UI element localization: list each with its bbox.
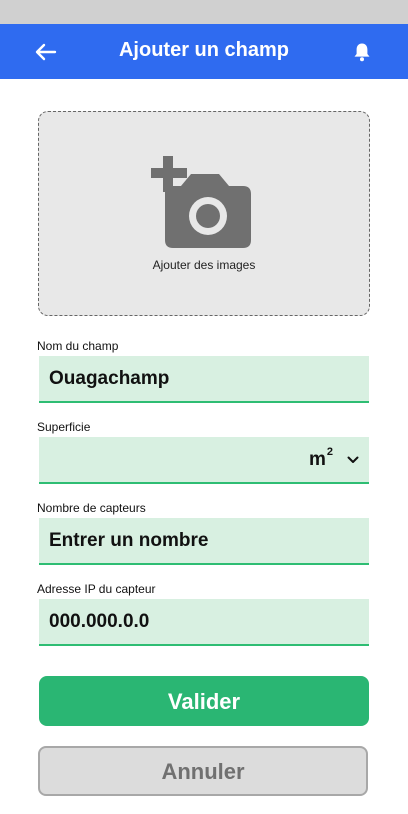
unit-dropdown[interactable]: m2 bbox=[309, 437, 359, 483]
back-button[interactable] bbox=[30, 37, 62, 67]
image-upload-area[interactable]: Ajouter des images bbox=[38, 111, 370, 316]
app-header: Ajouter un champ bbox=[0, 24, 408, 79]
add-photo-icon bbox=[151, 156, 251, 248]
cancel-button[interactable]: Annuler bbox=[38, 746, 368, 796]
notifications-button[interactable] bbox=[346, 37, 378, 67]
sensors-input[interactable]: Entrer un nombre bbox=[39, 518, 369, 565]
ip-placeholder: 000.000.0.0 bbox=[49, 611, 150, 632]
area-input[interactable]: m2 bbox=[39, 437, 369, 484]
field-name-value: Ouagachamp bbox=[49, 368, 170, 389]
field-name-input[interactable]: Ouagachamp bbox=[39, 356, 369, 403]
status-bar bbox=[0, 0, 408, 24]
sensors-label: Nombre de capteurs bbox=[37, 501, 146, 515]
area-label: Superficie bbox=[37, 420, 91, 434]
sensors-placeholder: Entrer un nombre bbox=[49, 530, 209, 551]
unit-text: m bbox=[308, 449, 326, 470]
validate-button[interactable]: Valider bbox=[39, 676, 369, 726]
arrow-left-icon bbox=[35, 43, 57, 61]
ip-input[interactable]: 000.000.0.0 bbox=[39, 599, 369, 646]
unit-exponent: 2 bbox=[326, 446, 333, 458]
upload-label: Ajouter des images bbox=[152, 258, 256, 272]
field-name-label: Nom du champ bbox=[37, 339, 119, 353]
bell-icon bbox=[354, 43, 370, 62]
chevron-down-icon bbox=[347, 456, 359, 464]
ip-label: Adresse IP du capteur bbox=[37, 582, 156, 596]
